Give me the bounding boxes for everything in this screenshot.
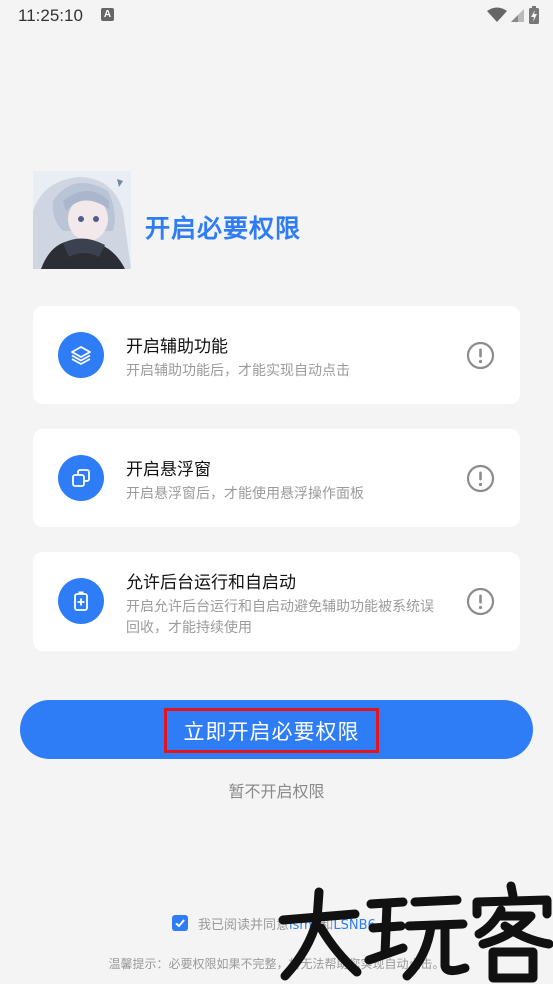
layers-icon	[58, 332, 104, 378]
card-description: 开启辅助功能后，才能实现自动点击	[126, 363, 350, 379]
info-icon[interactable]	[466, 587, 495, 616]
grant-permissions-label[interactable]: 立即开启必要权限	[164, 708, 379, 753]
cellular-signal-icon	[511, 9, 524, 22]
page-title: 开启必要权限	[145, 214, 302, 243]
status-icons	[487, 5, 539, 25]
permission-card-overlay[interactable]: 开启悬浮窗 开启悬浮窗后，才能使用悬浮操作面板	[33, 429, 520, 527]
status-time: 11:25:10	[18, 6, 83, 25]
overlay-windows-icon	[58, 455, 104, 501]
permission-card-accessibility[interactable]: 开启辅助功能 开启辅助功能后，才能实现自动点击	[33, 306, 520, 404]
card-description: 开启悬浮窗后，才能使用悬浮操作面板	[126, 486, 364, 502]
info-icon[interactable]	[466, 341, 495, 370]
wifi-icon	[487, 7, 507, 22]
info-icon[interactable]	[466, 464, 495, 493]
status-bar: 11:25:10 A	[0, 0, 553, 30]
card-description: 开启允许后台运行和自启动避免辅助功能被系统误回收，才能持续使用	[126, 599, 434, 636]
card-title: 开启辅助功能	[126, 337, 228, 357]
checkmark-icon	[175, 919, 185, 928]
notification-a-icon: A	[101, 8, 114, 21]
skip-permissions-button[interactable]: 暂不开启权限	[0, 778, 553, 802]
card-title: 允许后台运行和自启动	[126, 573, 296, 593]
watermark-logo	[278, 881, 553, 983]
battery-plus-icon	[58, 578, 104, 624]
card-title: 开启悬浮窗	[126, 460, 211, 480]
battery-charging-icon	[529, 6, 539, 24]
permission-card-background[interactable]: 允许后台运行和自启动 开启允许后台运行和自启动避免辅助功能被系统误回收，才能持续…	[33, 552, 520, 651]
avatar	[33, 171, 131, 269]
agreement-checkbox[interactable]	[172, 915, 188, 931]
